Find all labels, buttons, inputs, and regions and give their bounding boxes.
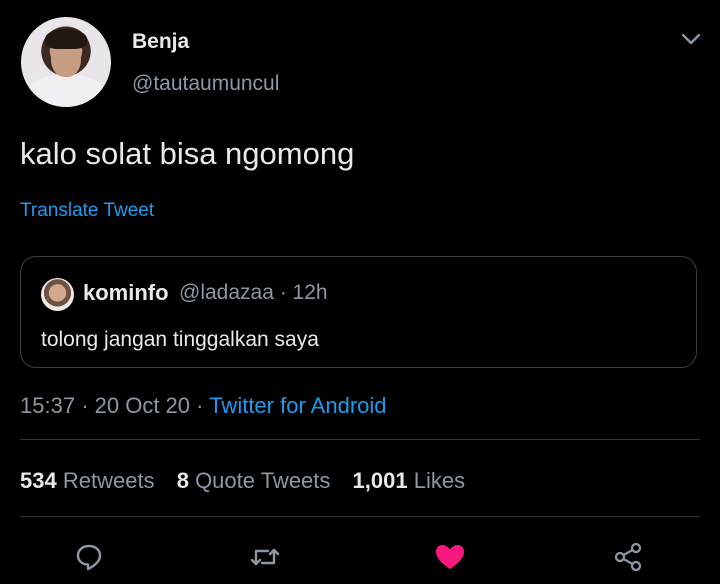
likes-stat[interactable]: 1,001 Likes: [353, 468, 466, 493]
chevron-down-icon[interactable]: [680, 32, 702, 46]
engagement-stats: 534 Retweets 8 Quote Tweets 1,001 Likes: [20, 468, 481, 494]
divider: [20, 516, 700, 517]
retweets-count: 534: [20, 468, 57, 493]
separator-dot: ·: [81, 393, 95, 418]
retweets-stat[interactable]: 534 Retweets: [20, 468, 155, 493]
quoted-author-avatar: [41, 278, 74, 311]
tweet-source-link[interactable]: Twitter for Android: [209, 393, 386, 418]
tweet-timestamp-row: 15:37 · 20 Oct 20 · Twitter for Android: [20, 393, 387, 419]
author-handle[interactable]: @tautaumuncul: [132, 72, 279, 96]
heart-icon: [436, 545, 464, 569]
quote-tweets-stat[interactable]: 8 Quote Tweets: [177, 468, 331, 493]
like-button[interactable]: [434, 541, 466, 573]
quote-tweets-label: Quote Tweets: [195, 468, 331, 493]
quote-tweets-count: 8: [176, 468, 189, 493]
retweet-icon: [250, 548, 280, 566]
author-avatar[interactable]: [21, 17, 111, 107]
speech-bubble-icon: [76, 544, 102, 571]
share-icon: [614, 542, 642, 572]
quoted-author-meta: @ladazaa · 12h: [179, 281, 328, 304]
tweet-text: kalo solat bisa ngomong: [20, 136, 355, 171]
divider: [20, 439, 700, 440]
likes-label: Likes: [413, 468, 466, 493]
tweet-time: 15:37: [20, 393, 76, 418]
tweet-date: 20 Oct 20: [94, 393, 191, 418]
reply-button[interactable]: [73, 541, 105, 573]
author-name[interactable]: Benja: [132, 30, 189, 54]
translate-tweet-link[interactable]: Translate Tweet: [20, 200, 154, 222]
retweet-button[interactable]: [249, 541, 281, 573]
retweets-label: Retweets: [62, 468, 155, 493]
share-button[interactable]: [612, 541, 644, 573]
separator-dot: ·: [196, 393, 210, 418]
likes-count: 1,001: [352, 468, 408, 493]
quoted-tweet-text: tolong jangan tinggalkan saya: [41, 328, 319, 351]
quoted-author-name: kominfo: [83, 280, 169, 305]
quoted-tweet[interactable]: kominfo @ladazaa · 12h tolong jangan tin…: [20, 256, 697, 368]
